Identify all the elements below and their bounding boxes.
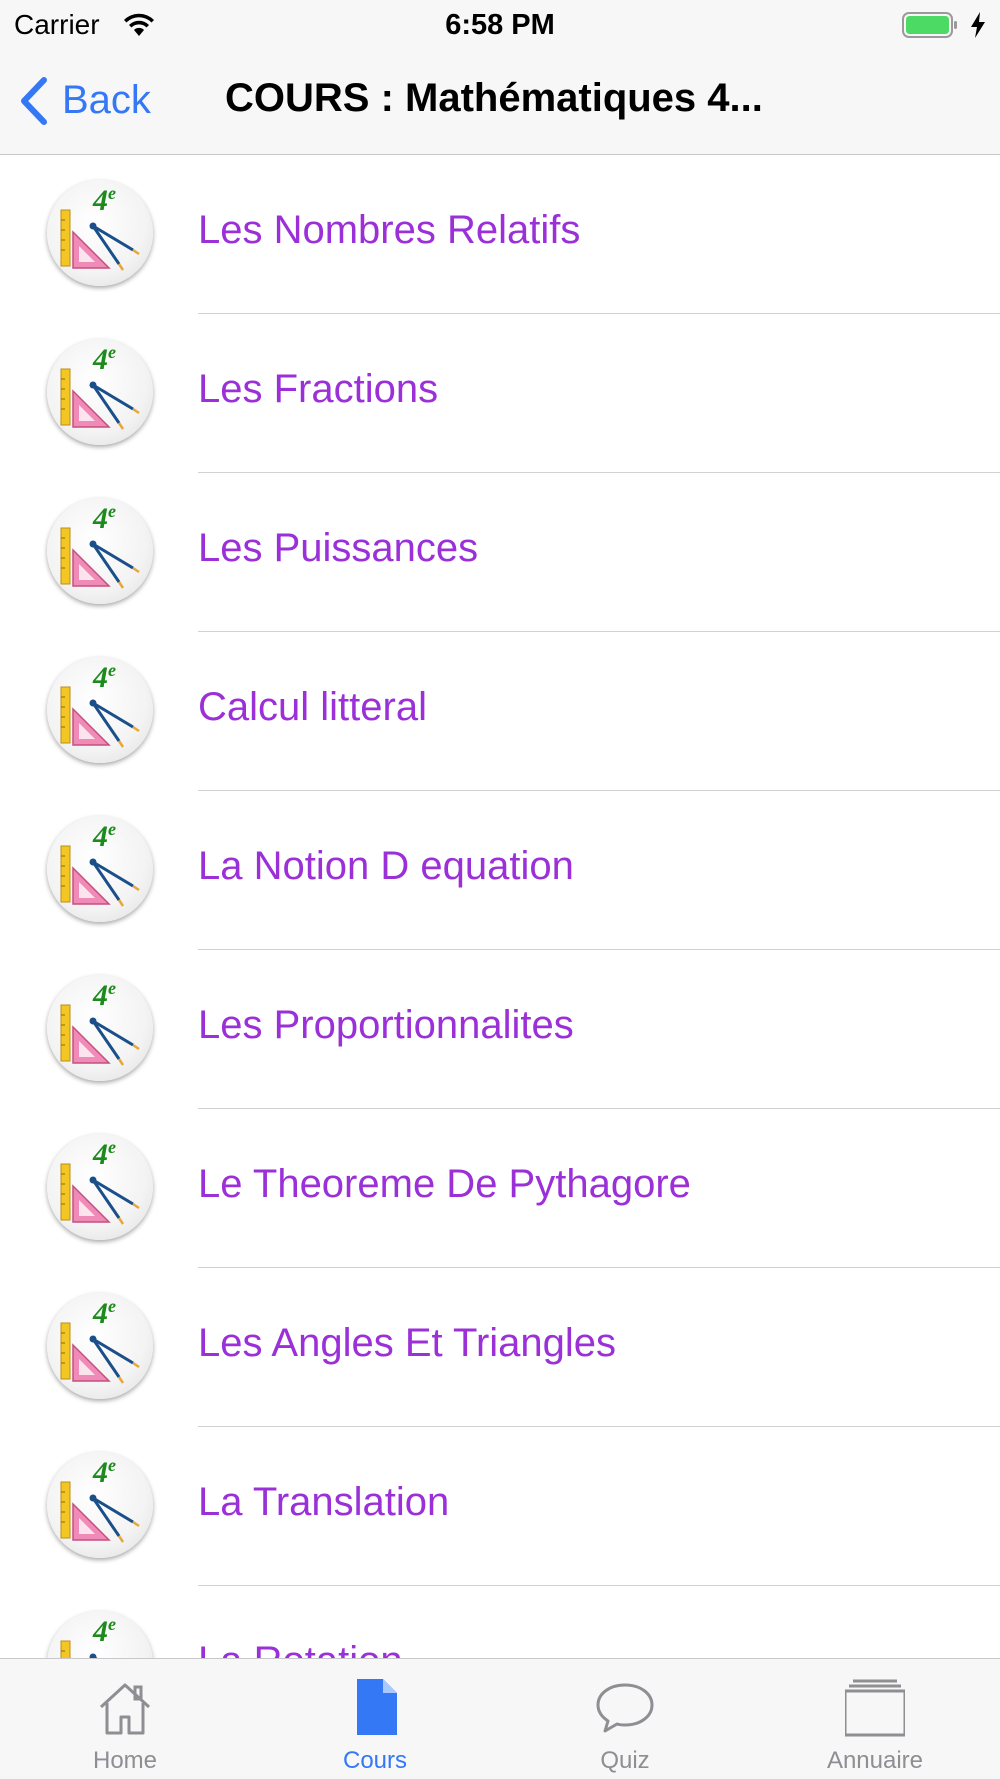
course-title: La Notion D equation xyxy=(198,844,574,888)
grade-badge: 4e xyxy=(93,183,116,217)
course-list-item[interactable]: 4e La Notion D equation xyxy=(0,791,1000,950)
tab-cours-label: Cours xyxy=(342,1747,408,1774)
course-list-item[interactable]: 4e Les Angles Et Triangles xyxy=(0,1268,1000,1427)
grade-badge-superscript: e xyxy=(108,1137,116,1157)
course-title: La Rotation xyxy=(198,1639,403,1658)
course-title: Les Nombres Relatifs xyxy=(198,208,581,252)
course-title: Les Proportionnalites xyxy=(198,1003,574,1047)
charging-bolt-icon xyxy=(971,12,985,38)
course-title: Les Fractions xyxy=(198,367,439,411)
speech-bubble-icon xyxy=(596,1683,654,1733)
grade-badge-superscript: e xyxy=(108,342,116,362)
course-thumbnail: 4e xyxy=(47,1134,153,1240)
course-title: Calcul litteral xyxy=(198,685,427,729)
grade-badge: 4e xyxy=(93,660,116,694)
grade-badge-superscript: e xyxy=(108,978,116,998)
navigation-bar: Back COURS : Mathématiques 4... xyxy=(0,50,1000,155)
grade-badge: 4e xyxy=(93,1296,116,1330)
tab-annuaire[interactable]: Annuaire xyxy=(750,1659,1000,1779)
course-list[interactable]: 4e Les Nombres Relatifs 4e Les Fractions… xyxy=(0,155,1000,1658)
course-thumbnail: 4e xyxy=(47,339,153,445)
grade-badge-superscript: e xyxy=(108,1455,116,1475)
course-thumbnail: 4e xyxy=(47,1452,153,1558)
course-list-item[interactable]: 4e La Translation xyxy=(0,1427,1000,1586)
grade-badge-superscript: e xyxy=(108,501,116,521)
grade-badge: 4e xyxy=(93,1614,116,1648)
course-list-item[interactable]: 4e Les Puissances xyxy=(0,473,1000,632)
course-title: Les Puissances xyxy=(198,526,479,570)
course-thumbnail: 4e xyxy=(47,975,153,1081)
course-list-item[interactable]: 4e La Rotation xyxy=(0,1586,1000,1658)
document-icon xyxy=(357,1679,397,1735)
course-thumbnail: 4e xyxy=(47,1611,153,1658)
tab-quiz-label: Quiz xyxy=(600,1747,650,1774)
course-list-item[interactable]: 4e Le Theoreme De Pythagore xyxy=(0,1109,1000,1268)
grade-badge: 4e xyxy=(93,819,116,853)
grade-badge: 4e xyxy=(93,1137,116,1171)
battery-icon xyxy=(902,12,957,38)
status-bar: Carrier 6:58 PM xyxy=(0,0,1000,50)
course-title: Les Angles Et Triangles xyxy=(198,1321,617,1365)
back-button[interactable]: Back xyxy=(16,72,166,128)
course-list-item[interactable]: 4e Les Proportionnalites xyxy=(0,950,1000,1109)
tray-stack-icon xyxy=(845,1679,905,1737)
tab-quiz[interactable]: Quiz xyxy=(500,1659,750,1779)
chevron-left-icon xyxy=(21,77,47,125)
course-thumbnail: 4e xyxy=(47,180,153,286)
course-title: La Translation xyxy=(198,1480,450,1524)
course-thumbnail: 4e xyxy=(47,816,153,922)
tab-bar: Home Cours Quiz Annuaire xyxy=(0,1658,1000,1779)
house-icon xyxy=(99,1683,151,1735)
grade-badge: 4e xyxy=(93,1455,116,1489)
grade-badge: 4e xyxy=(93,978,116,1012)
page-title: COURS : Mathématiques 4... xyxy=(225,76,763,120)
tab-home-label: Home xyxy=(92,1747,158,1774)
grade-badge: 4e xyxy=(93,342,116,376)
grade-badge-superscript: e xyxy=(108,660,116,680)
course-list-item[interactable]: 4e Les Nombres Relatifs xyxy=(0,155,1000,314)
course-title: Le Theoreme De Pythagore xyxy=(198,1162,691,1206)
grade-badge-superscript: e xyxy=(108,819,116,839)
course-list-item[interactable]: 4e Les Fractions xyxy=(0,314,1000,473)
tab-home[interactable]: Home xyxy=(0,1659,250,1779)
grade-badge-superscript: e xyxy=(108,183,116,203)
grade-badge-superscript: e xyxy=(108,1614,116,1634)
grade-badge: 4e xyxy=(93,501,116,535)
tab-annuaire-label: Annuaire xyxy=(826,1747,924,1774)
status-time: 6:58 PM xyxy=(445,9,555,41)
course-list-item[interactable]: 4e Calcul litteral xyxy=(0,632,1000,791)
course-thumbnail: 4e xyxy=(47,657,153,763)
course-thumbnail: 4e xyxy=(47,1293,153,1399)
course-thumbnail: 4e xyxy=(47,498,153,604)
tab-cours[interactable]: Cours xyxy=(250,1659,500,1779)
back-label: Back xyxy=(62,78,151,122)
grade-badge-superscript: e xyxy=(108,1296,116,1316)
